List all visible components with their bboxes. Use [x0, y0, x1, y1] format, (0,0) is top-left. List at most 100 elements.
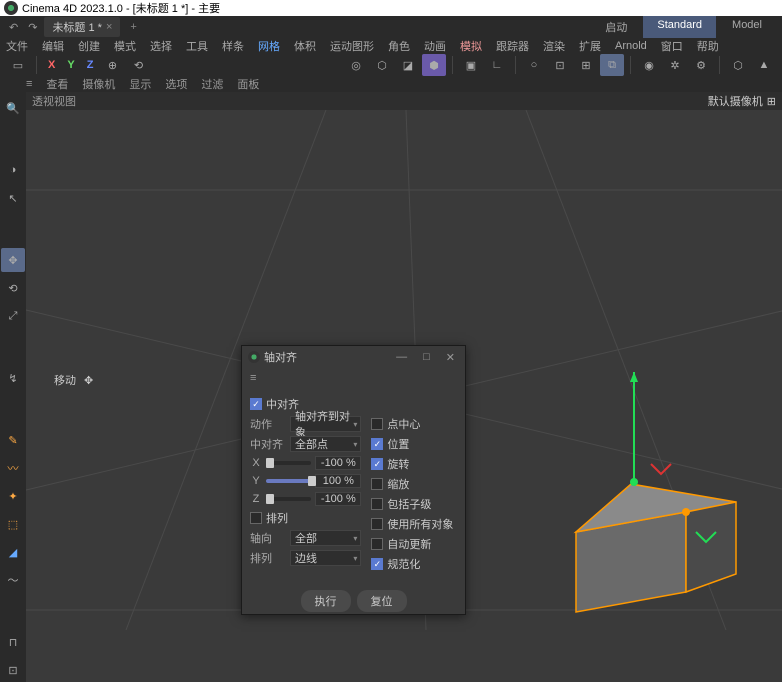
extrude-tool[interactable]: ⬚ — [1, 512, 25, 536]
recent-tool[interactable]: ↯ — [1, 366, 25, 390]
layout-launch-tab[interactable]: 启动 — [591, 16, 641, 38]
dialog-menu-icon[interactable]: ≡ — [242, 368, 465, 388]
action-dropdown[interactable]: 轴对齐到对象 — [290, 416, 361, 432]
rotation-checkbox[interactable] — [371, 458, 383, 470]
menu-render[interactable]: 渲染 — [543, 38, 565, 54]
menu-spline[interactable]: 样条 — [222, 38, 244, 54]
layout-model-tab[interactable]: Model — [718, 16, 776, 38]
render-settings-icon[interactable]: ⬡ — [370, 54, 394, 76]
snap-grid-icon[interactable]: ⊞ — [574, 54, 598, 76]
menu-volume[interactable]: 体积 — [294, 38, 316, 54]
render-view-icon[interactable]: ◎ — [344, 54, 368, 76]
viewport-camera[interactable]: 摄像机 — [82, 76, 115, 92]
viewport-panel[interactable]: 面板 — [237, 76, 259, 92]
arrange-checkbox[interactable] — [250, 512, 262, 524]
bridge-tool[interactable]: 〜 — [1, 568, 25, 592]
z-value[interactable]: -100 % — [315, 492, 361, 506]
world-icon[interactable]: ⊕ — [100, 54, 124, 76]
dialog-titlebar[interactable]: 轴对齐 — □ ✕ — [242, 346, 465, 368]
viewport[interactable]: 透视视图 默认摄像机 ⊞ — [26, 92, 782, 682]
auto-update-checkbox[interactable] — [371, 538, 383, 550]
dialog-icon — [248, 351, 260, 363]
y-value[interactable]: 100 % — [315, 474, 361, 488]
snap-intersect-icon[interactable]: ⧉ — [600, 54, 624, 76]
menu-simulate[interactable]: 模拟 — [460, 38, 482, 54]
menu-select[interactable]: 选择 — [150, 38, 172, 54]
bevel-tool[interactable]: ◢ — [1, 540, 25, 564]
content-browser-icon[interactable]: ⬡ — [726, 54, 750, 76]
symmetry-icon[interactable]: ✲ — [663, 54, 687, 76]
sculpt-tool[interactable]: 〰 — [1, 456, 25, 480]
move-cross-icon: ✥ — [84, 374, 93, 387]
asset-icon[interactable]: ▲ — [752, 54, 776, 76]
viewport-filter[interactable]: 过滤 — [201, 76, 223, 92]
gear-icon[interactable]: ⚙ — [689, 54, 713, 76]
viewport-hamburger-icon[interactable]: ≡ — [26, 78, 32, 90]
menu-animate[interactable]: 动画 — [424, 38, 446, 54]
rotate-tool[interactable]: ⟲ — [1, 276, 25, 300]
viewport-camera-selector[interactable]: 默认摄像机 ⊞ — [708, 93, 776, 109]
axis-align-dialog[interactable]: 轴对齐 — □ ✕ ≡ 中对齐 动作轴对齐到对象 中对齐全部点 X-100 % … — [241, 345, 466, 615]
cube-object[interactable] — [556, 372, 756, 615]
knife-tool[interactable]: ✦ — [1, 484, 25, 508]
menu-arnold[interactable]: Arnold — [615, 40, 647, 52]
menu-mode[interactable]: 模式 — [114, 38, 136, 54]
viewport-display[interactable]: 显示 — [129, 76, 151, 92]
measure-tool[interactable]: ⊡ — [1, 658, 25, 682]
viewport-view[interactable]: 查看 — [46, 76, 68, 92]
layout-standard-tab[interactable]: Standard — [643, 16, 716, 38]
menu-window[interactable]: 窗口 — [661, 38, 683, 54]
dialog-maximize-button[interactable]: □ — [419, 351, 434, 364]
forward-button[interactable]: ↷ — [25, 21, 40, 34]
x-value[interactable]: -100 % — [315, 456, 361, 470]
menu-extensions[interactable]: 扩展 — [579, 38, 601, 54]
y-slider[interactable] — [266, 479, 311, 483]
back-button[interactable]: ↶ — [6, 21, 21, 34]
axis-z-toggle[interactable]: Z — [82, 57, 99, 73]
axis-y-toggle[interactable]: Y — [62, 57, 79, 73]
add-tab-button[interactable]: + — [124, 21, 142, 33]
lasso-tool[interactable]: ↖ — [1, 186, 25, 210]
position-checkbox[interactable] — [371, 438, 383, 450]
reset-button[interactable]: 复位 — [357, 590, 407, 612]
menu-edit[interactable]: 编辑 — [42, 38, 64, 54]
menu-tracker[interactable]: 跟踪器 — [496, 38, 529, 54]
execute-button[interactable]: 执行 — [301, 590, 351, 612]
move-tool[interactable]: ✥ — [1, 248, 25, 272]
select-tool[interactable]: ◑ — [1, 158, 25, 182]
search-icon[interactable]: 🔍 — [1, 96, 25, 120]
menu-character[interactable]: 角色 — [388, 38, 410, 54]
include-child-checkbox[interactable] — [371, 498, 383, 510]
point-center-checkbox[interactable] — [371, 418, 383, 430]
close-tab-icon[interactable]: × — [106, 21, 112, 33]
x-slider[interactable] — [266, 461, 311, 465]
center-align-checkbox[interactable] — [250, 398, 262, 410]
menu-help[interactable]: 帮助 — [697, 38, 719, 54]
dialog-minimize-button[interactable]: — — [392, 351, 411, 364]
document-tab[interactable]: 未标题 1 * × — [44, 17, 120, 37]
mode-axis-icon[interactable]: ∟ — [485, 54, 509, 76]
material-icon[interactable]: ⬢ — [422, 54, 446, 76]
menu-mesh[interactable]: 网格 — [258, 38, 280, 54]
workplane-icon[interactable]: ◉ — [637, 54, 661, 76]
mode-object-icon[interactable]: ▣ — [459, 54, 483, 76]
picture-viewer-icon[interactable]: ◪ — [396, 54, 420, 76]
axis-x-toggle[interactable]: X — [43, 57, 60, 73]
lock-icon[interactable]: ⟲ — [126, 54, 150, 76]
frame-icon[interactable]: ▭ — [6, 54, 30, 76]
menu-tools[interactable]: 工具 — [186, 38, 208, 54]
scale-tool[interactable]: ⤢ — [1, 304, 25, 328]
tab-bar: ↶ ↷ 未标题 1 * × + 启动 Standard Model — [0, 16, 782, 38]
snap-point-icon[interactable]: ○ — [522, 54, 546, 76]
magnet-tool[interactable]: ⊓ — [1, 630, 25, 654]
alignto-dropdown[interactable]: 全部点 — [290, 436, 361, 452]
brush-tool[interactable]: ✎ — [1, 428, 25, 452]
z-slider[interactable] — [266, 497, 311, 501]
viewport-options[interactable]: 选项 — [165, 76, 187, 92]
menu-mograph[interactable]: 运动图形 — [330, 38, 374, 54]
menu-file[interactable]: 文件 — [6, 38, 28, 54]
use-all-obj-checkbox[interactable] — [371, 518, 383, 530]
dialog-close-button[interactable]: ✕ — [442, 351, 459, 364]
snap-edge-icon[interactable]: ⊡ — [548, 54, 572, 76]
menu-create[interactable]: 创建 — [78, 38, 100, 54]
